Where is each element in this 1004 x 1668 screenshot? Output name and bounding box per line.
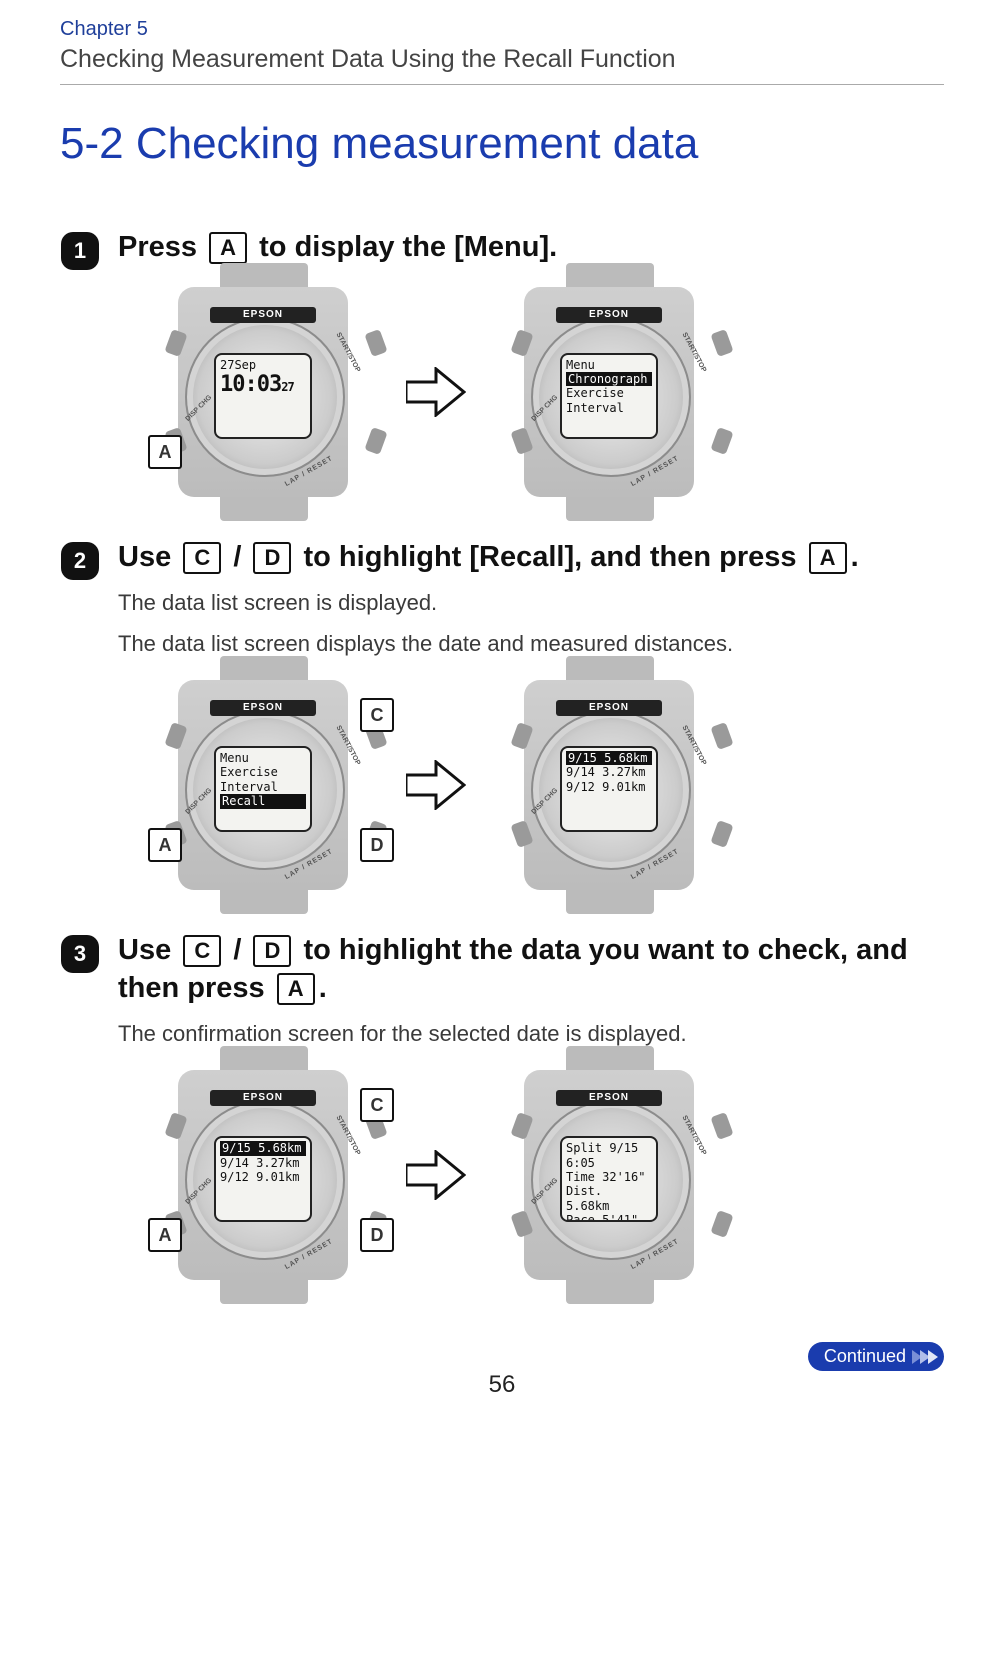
- brand-label: EPSON: [210, 700, 316, 716]
- callout-key-c: C: [360, 698, 394, 732]
- watch-illustration: EPSON DISP CHG START/STOP LAP / RESET Me…: [494, 287, 724, 497]
- callout-key-d: D: [360, 828, 394, 862]
- key-c: C: [183, 542, 221, 574]
- key-d: D: [253, 935, 291, 967]
- key-d: D: [253, 542, 291, 574]
- key-c: C: [183, 935, 221, 967]
- key-a: A: [209, 232, 247, 264]
- step-1: 1 Press A to display the [Menu]. EPSON D…: [60, 229, 944, 497]
- arrow-right-icon: [406, 1150, 466, 1200]
- continued-label: Continued: [824, 1346, 906, 1367]
- callout-key-c: C: [360, 1088, 394, 1122]
- step-heading: Use C / D to highlight the data you want…: [118, 932, 944, 1007]
- brand-label: EPSON: [556, 700, 662, 716]
- section-title: 5-2 Checking measurement data: [60, 119, 944, 169]
- callout-key-d: D: [360, 1218, 394, 1252]
- watch-illustration: EPSON DISP CHG START/STOP LAP / RESET Sp…: [494, 1070, 724, 1280]
- key-a: A: [809, 542, 847, 574]
- continued-indicator: Continued: [808, 1342, 944, 1371]
- page-number: 56: [60, 1371, 944, 1399]
- brand-label: EPSON: [210, 307, 316, 323]
- callout-key-a: A: [148, 1218, 182, 1252]
- brand-label: EPSON: [210, 1090, 316, 1106]
- figure-row: EPSON DISP CHG START/STOP LAP / RESET Me…: [148, 680, 944, 890]
- arrow-right-icon: [406, 760, 466, 810]
- watch-screen: Split 9/15 6:05Time 32'16"Dist. 5.68kmPa…: [560, 1136, 658, 1222]
- key-a: A: [277, 973, 315, 1005]
- watch-illustration: EPSON DISP CHG START/STOP LAP / RESET Me…: [148, 680, 378, 890]
- watch-screen: 9/15 5.68km9/14 3.27km9/12 9.01km: [214, 1136, 312, 1222]
- figure-row: EPSON DISP CHG START/STOP LAP / RESET 9/…: [148, 1070, 944, 1280]
- callout-key-a: A: [148, 828, 182, 862]
- step-heading: Press A to display the [Menu].: [118, 229, 944, 267]
- step-3: 3 Use C / D to highlight the data you wa…: [60, 932, 944, 1280]
- callout-key-a: A: [148, 435, 182, 469]
- svg-text:1: 1: [74, 238, 86, 263]
- chevron-right-icon: [914, 1350, 938, 1364]
- watch-screen: 9/15 5.68km9/14 3.27km9/12 9.01km: [560, 746, 658, 832]
- watch-screen: 27Sep10:0327: [214, 353, 312, 439]
- watch-illustration: EPSON DISP CHG START/STOP LAP / RESET 27…: [148, 287, 378, 497]
- chapter-label: Chapter 5: [60, 18, 944, 41]
- figure-row: EPSON DISP CHG START/STOP LAP / RESET 27…: [148, 287, 944, 497]
- chapter-subtitle: Checking Measurement Data Using the Reca…: [60, 45, 944, 85]
- watch-screen: MenuExerciseIntervalRecall: [214, 746, 312, 832]
- step-2: 2 Use C / D to highlight [Recall], and t…: [60, 539, 944, 890]
- svg-text:3: 3: [74, 941, 86, 966]
- arrow-right-icon: [406, 367, 466, 417]
- watch-illustration: EPSON DISP CHG START/STOP LAP / RESET 9/…: [148, 1070, 378, 1280]
- brand-label: EPSON: [556, 1090, 662, 1106]
- watch-screen: MenuChronographExerciseInterval: [560, 353, 658, 439]
- svg-text:2: 2: [74, 548, 86, 573]
- step-description: The data list screen is displayed.: [118, 588, 944, 619]
- brand-label: EPSON: [556, 307, 662, 323]
- step-number-badge: 1: [60, 231, 100, 271]
- watch-illustration: EPSON DISP CHG START/STOP LAP / RESET 9/…: [494, 680, 724, 890]
- page: Chapter 5 Checking Measurement Data Usin…: [0, 0, 1004, 1429]
- step-heading: Use C / D to highlight [Recall], and the…: [118, 539, 944, 577]
- step-number-badge: 2: [60, 541, 100, 581]
- step-number-badge: 3: [60, 934, 100, 974]
